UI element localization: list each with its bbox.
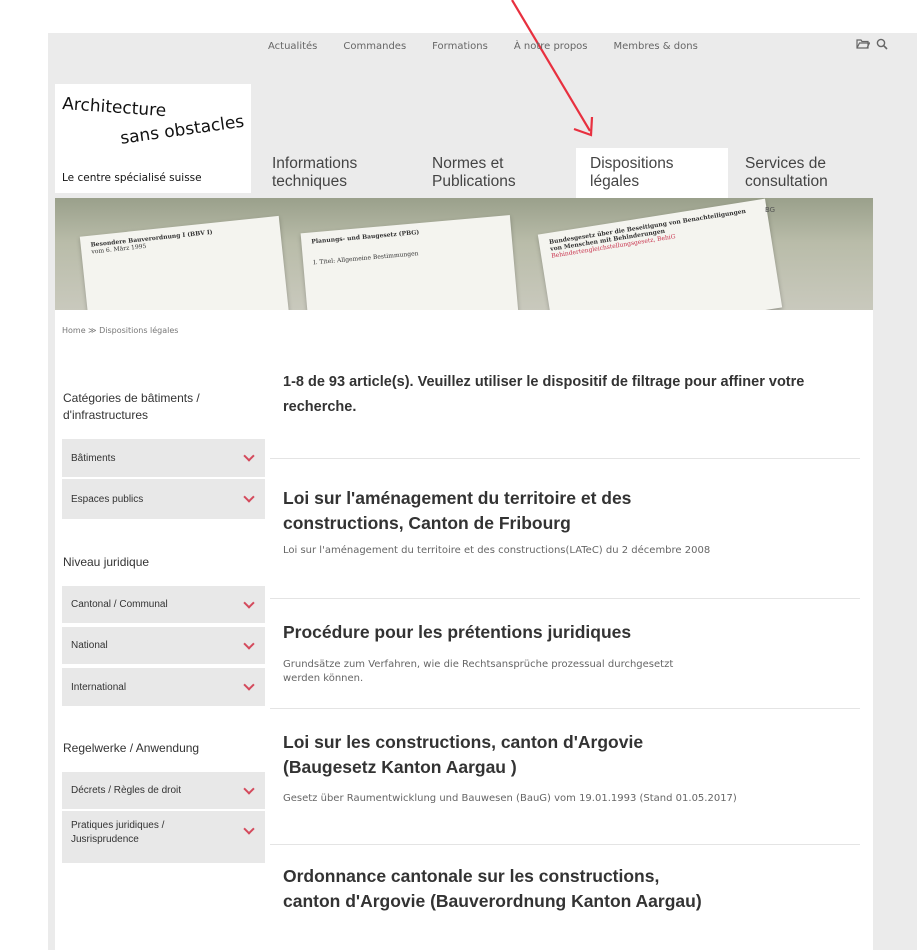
chevron-down-icon — [243, 679, 255, 691]
filter-espaces-publics[interactable]: Espaces publics — [62, 479, 265, 519]
filter-pratiques-juridiques-label: Pratiques juridiques / Jusrisprudence — [71, 820, 165, 845]
main-navigation: Informations techniques Normes et Public… — [258, 148, 873, 198]
divider — [270, 458, 860, 459]
filter-heading-regelwerke: Regelwerke / Anwendung — [63, 741, 200, 755]
breadcrumb[interactable]: Home ≫ Dispositions légales — [62, 326, 178, 335]
site-logo[interactable]: Architecture sans obstacles Le centre sp… — [55, 84, 251, 193]
article-title-2[interactable]: Procédure pour les prétentions juridique… — [283, 620, 843, 645]
logo-tagline: Le centre spécialisé suisse — [62, 172, 202, 184]
article-title-4[interactable]: Ordonnance cantonale sur les constructio… — [283, 864, 713, 914]
topnav-a-notre-propos[interactable]: À notre propos — [514, 41, 588, 52]
mainnav-normes-publications[interactable]: Normes et Publications — [418, 148, 568, 198]
header-tools — [856, 38, 888, 54]
results-summary: 1-8 de 93 article(s). Veuillez utiliser … — [283, 374, 805, 415]
folder-icon[interactable] — [856, 38, 871, 54]
chevron-down-icon — [243, 491, 255, 503]
filter-espaces-publics-label: Espaces publics — [71, 493, 144, 505]
chevron-down-icon — [243, 450, 255, 462]
divider — [270, 598, 860, 599]
logo-text-architecture: Architecture — [61, 94, 167, 122]
mainnav-services-consultation[interactable]: Services de consultation — [731, 148, 873, 198]
topnav-membres-dons[interactable]: Membres & dons — [614, 41, 698, 52]
mainnav-dispositions-legales[interactable]: Dispositions légales — [576, 148, 728, 198]
article-desc-1: Loi sur l'aménagement du territoire et d… — [283, 545, 711, 556]
topnav-commandes[interactable]: Commandes — [343, 41, 406, 52]
divider — [270, 708, 860, 709]
divider — [270, 844, 860, 845]
hero-banner: Besondere Bauverordnung I (BBV I) vom 6.… — [55, 198, 873, 310]
hero-document-2: Planungs- und Baugesetz (PBG) I. Titel: … — [300, 215, 520, 310]
hero-document-2-sub: I. Titel: Allgemeine Bestimmungen — [312, 250, 419, 267]
filter-batiments-label: Bâtiments — [71, 452, 116, 464]
article-title-3[interactable]: Loi sur les constructions, canton d'Argo… — [283, 730, 723, 780]
chevron-down-icon — [243, 596, 255, 609]
topnav-actualites[interactable]: Actualités — [268, 41, 317, 52]
filter-decrets-regles-label: Décrets / Règles de droit — [71, 785, 182, 796]
article-title-1[interactable]: Loi sur l'aménagement du territoire et d… — [283, 486, 713, 536]
mainnav-informations-techniques[interactable]: Informations techniques — [258, 148, 408, 198]
filter-international-label: International — [71, 681, 127, 693]
hero-document-3: Bundesgesetz über die Beseitigung von Be… — [537, 198, 783, 310]
filter-heading-niveau: Niveau juridique — [63, 555, 150, 569]
filter-heading-categories: Catégories de bâtiments / d'infrastructu… — [63, 391, 200, 422]
chevron-down-icon — [243, 782, 255, 795]
filter-national[interactable]: National — [62, 627, 265, 664]
article-desc-2: Grundsätze zum Verfahren, wie die Rechts… — [283, 659, 674, 684]
hero-tag: BG — [765, 206, 776, 214]
topnav-formations[interactable]: Formations — [432, 41, 488, 52]
hero-document-2-title: Planungs- und Baugesetz (PBG) — [311, 229, 420, 246]
filter-batiments[interactable]: Bâtiments — [62, 439, 265, 477]
filter-cantonal-communal[interactable]: Cantonal / Communal — [62, 586, 265, 623]
article-desc-3: Gesetz über Raumentwicklung und Bauwesen… — [283, 793, 737, 804]
chevron-down-icon — [243, 637, 255, 650]
chevron-down-icon — [243, 823, 255, 835]
filter-decrets-regles[interactable]: Décrets / Règles de droit — [62, 772, 265, 809]
top-navigation: Actualités Commandes Formations À notre … — [268, 41, 698, 52]
filter-cantonal-communal-label: Cantonal / Communal — [71, 599, 168, 610]
filter-international[interactable]: International — [62, 668, 265, 706]
filter-national-label: National — [71, 640, 108, 651]
hero-document-1: Besondere Bauverordnung I (BBV I) vom 6.… — [79, 215, 291, 310]
filter-pratiques-juridiques[interactable]: Pratiques juridiques / Jusrisprudence — [62, 811, 265, 863]
search-icon[interactable] — [876, 38, 888, 54]
